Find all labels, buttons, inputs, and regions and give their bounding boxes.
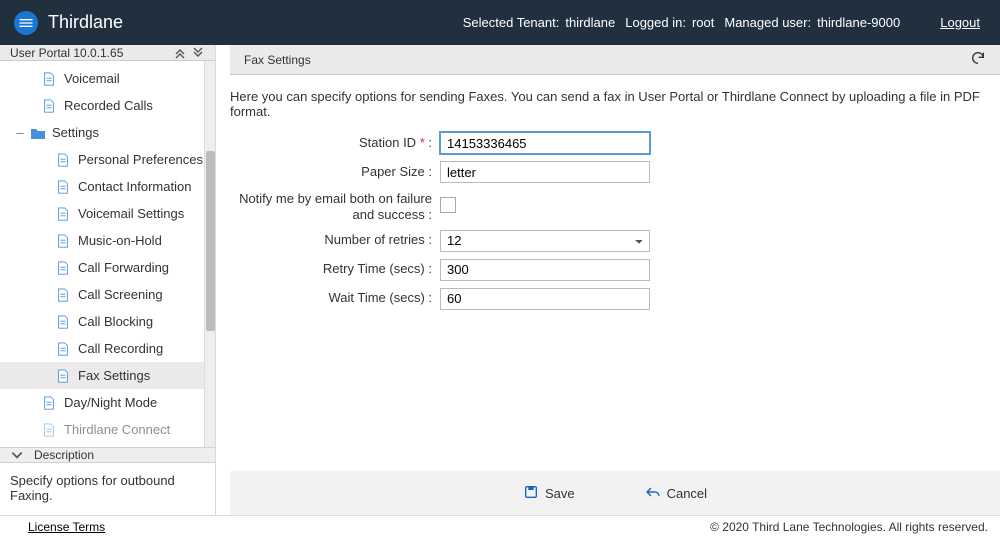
wait-time-label: Wait Time (secs) : (230, 290, 440, 306)
sidebar-item-voicemail-settings[interactable]: Voicemail Settings (0, 200, 204, 227)
sidebar: User Portal 10.0.1.65 Voicemail (0, 45, 216, 515)
document-icon (56, 315, 70, 329)
document-icon (56, 342, 70, 356)
nav-tree[interactable]: Voicemail Recorded Calls – Settings Pers… (0, 61, 204, 447)
sidebar-item-call-forwarding[interactable]: Call Forwarding (0, 254, 204, 281)
minus-icon[interactable]: – (14, 125, 26, 140)
brand-name: Thirdlane (48, 12, 123, 33)
refresh-icon[interactable] (970, 50, 986, 69)
document-icon (42, 423, 56, 437)
sidebar-item-thirdlane-connect[interactable]: Thirdlane Connect (0, 416, 204, 443)
intro-text: Here you can specify options for sending… (216, 75, 1000, 123)
document-icon (56, 261, 70, 275)
sidebar-item-day-night-mode[interactable]: Day/Night Mode (0, 389, 204, 416)
document-icon (56, 180, 70, 194)
retries-label: Number of retries : (230, 232, 440, 248)
sidebar-folder-settings[interactable]: – Settings (0, 119, 204, 146)
document-icon (42, 72, 56, 86)
station-id-input[interactable] (440, 132, 650, 154)
save-button[interactable]: Save (523, 484, 575, 503)
chevron-down-icon (10, 448, 24, 462)
document-icon (56, 288, 70, 302)
retries-select[interactable]: 12 (440, 230, 650, 252)
sidebar-item-recorded-calls[interactable]: Recorded Calls (0, 92, 204, 119)
sidebar-item-call-blocking[interactable]: Call Blocking (0, 308, 204, 335)
paper-size-input[interactable] (440, 161, 650, 183)
settings-form: Station ID * : Paper Size : Notify me by… (216, 123, 1000, 324)
document-icon (42, 396, 56, 410)
document-icon (42, 99, 56, 113)
brand: Thirdlane (14, 11, 123, 35)
station-id-label: Station ID * : (230, 135, 440, 151)
sidebar-item-call-screening[interactable]: Call Screening (0, 281, 204, 308)
top-bar: Thirdlane Selected Tenant: thirdlane Log… (0, 0, 1000, 45)
retry-time-input[interactable] (440, 259, 650, 281)
document-icon (56, 207, 70, 221)
sidebar-title: User Portal 10.0.1.65 (10, 46, 123, 60)
description-body: Specify options for outbound Faxing. (0, 463, 215, 515)
undo-icon (645, 485, 661, 502)
notify-label: Notify me by email both on failure and s… (230, 189, 440, 224)
document-icon (56, 153, 70, 167)
sidebar-item-voicemail[interactable]: Voicemail (0, 65, 204, 92)
copyright: © 2020 Third Lane Technologies. All righ… (710, 520, 988, 534)
selected-tenant: Selected Tenant: thirdlane (463, 15, 616, 30)
content-header: Fax Settings (230, 45, 1000, 75)
collapse-all-icon[interactable] (173, 46, 187, 60)
document-icon (56, 369, 70, 383)
sidebar-item-contact-information[interactable]: Contact Information (0, 173, 204, 200)
logged-in-user: Logged in: root (625, 15, 714, 30)
scrollbar-thumb[interactable] (206, 151, 215, 331)
paper-size-label: Paper Size : (230, 164, 440, 180)
sidebar-item-music-on-hold[interactable]: Music-on-Hold (0, 227, 204, 254)
license-link[interactable]: License Terms (28, 520, 105, 534)
notify-checkbox[interactable] (440, 197, 456, 213)
content-panel: Fax Settings Here you can specify option… (216, 45, 1000, 515)
scrollbar[interactable] (204, 61, 215, 447)
save-icon (523, 484, 539, 503)
cancel-button[interactable]: Cancel (645, 485, 707, 502)
logo-icon (14, 11, 38, 35)
folder-icon (30, 126, 46, 140)
wait-time-input[interactable] (440, 288, 650, 310)
logout-link[interactable]: Logout (940, 15, 980, 30)
page-title: Fax Settings (244, 53, 311, 67)
sidebar-item-personal-preferences[interactable]: Personal Preferences (0, 146, 204, 173)
action-bar: Save Cancel (230, 471, 1000, 515)
description-header[interactable]: Description (0, 447, 215, 463)
retry-time-label: Retry Time (secs) : (230, 261, 440, 277)
sidebar-item-fax-settings[interactable]: Fax Settings (0, 362, 204, 389)
sidebar-item-call-recording[interactable]: Call Recording (0, 335, 204, 362)
sidebar-header: User Portal 10.0.1.65 (0, 45, 215, 61)
managed-user: Managed user: thirdlane-9000 (724, 15, 900, 30)
document-icon (56, 234, 70, 248)
footer: License Terms © 2020 Third Lane Technolo… (0, 515, 1000, 537)
expand-all-icon[interactable] (191, 46, 205, 60)
